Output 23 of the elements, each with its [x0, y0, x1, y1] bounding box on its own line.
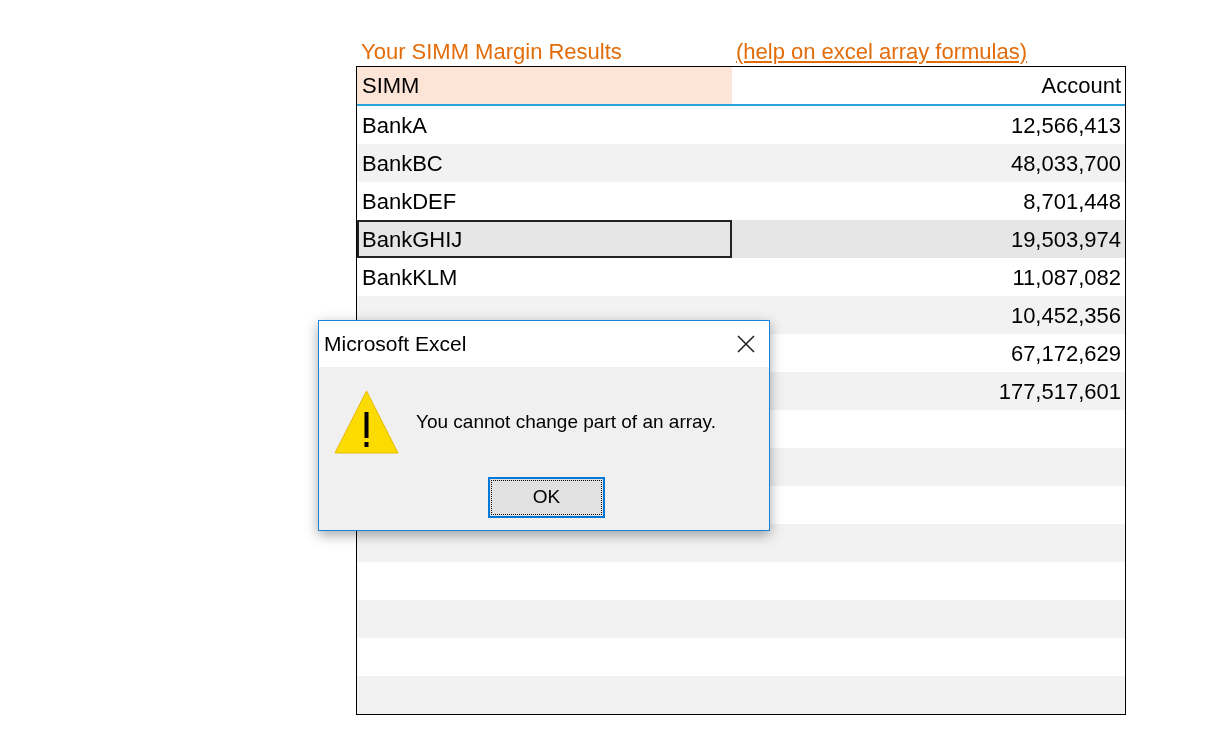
results-title: Your SIMM Margin Results: [361, 37, 623, 66]
warning-icon: [334, 390, 399, 454]
table-cell-text: BankBC: [361, 149, 444, 178]
table-cell-text: 177,517,601: [997, 377, 1122, 406]
table-cell-text: 12,566,413: [1009, 111, 1122, 140]
dialog-message: You cannot change part of an array.: [416, 409, 716, 434]
table-row[interactable]: BankBC 48,033,700: [357, 144, 1125, 182]
table-cell-text: 8,701,448: [1022, 187, 1122, 216]
dialog-title: Microsoft Excel: [324, 331, 467, 358]
table-cell-text: BankA: [361, 111, 428, 140]
table-row[interactable]: BankGHIJ 19,503,974: [357, 220, 1125, 258]
column-header: Account: [1040, 72, 1122, 100]
table-cell-text: 10,452,356: [1009, 301, 1122, 330]
table-cell-text: BankDEF: [361, 187, 458, 216]
table-cell-text: BankGHIJ: [361, 225, 464, 254]
table-cell-text: 19,503,974: [1009, 225, 1122, 254]
table-cell-text: 11,087,082: [1011, 263, 1122, 292]
table-cell-text: BankKLM: [361, 263, 459, 292]
table-cell-text: 48,033,700: [1009, 149, 1122, 178]
table-cell-text: 67,172,629: [1009, 339, 1122, 368]
column-header: SIMM: [357, 67, 732, 104]
close-icon: [736, 334, 756, 354]
ok-button[interactable]: OK: [488, 477, 605, 518]
